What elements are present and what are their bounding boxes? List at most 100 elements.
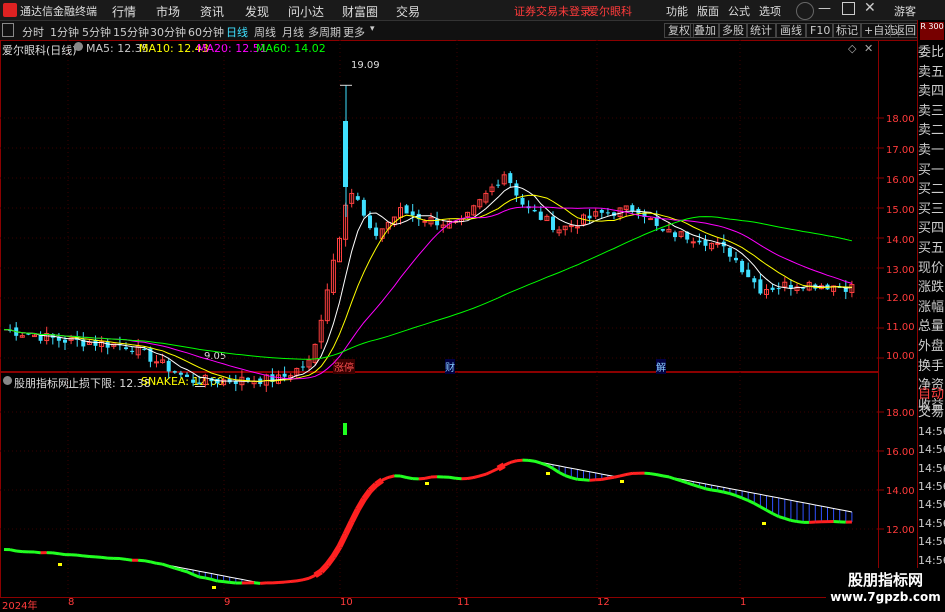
stoploss-segment xyxy=(382,477,388,480)
stoploss-segment xyxy=(693,485,699,487)
stoploss-segment xyxy=(291,581,297,582)
candle-body xyxy=(63,340,67,343)
candle-body xyxy=(630,205,634,211)
candle-body xyxy=(167,361,171,372)
stoploss-segment xyxy=(327,557,333,565)
stoploss-segment xyxy=(315,571,321,575)
stoploss-segment xyxy=(468,478,474,479)
stoploss-segment xyxy=(96,557,102,558)
stoploss-segment xyxy=(187,572,193,575)
candle-body xyxy=(405,205,409,213)
stoploss-segment xyxy=(157,563,163,564)
candle-body xyxy=(551,217,555,230)
stoploss-segment xyxy=(535,461,541,463)
stoploss-segment xyxy=(602,478,608,479)
candle-body xyxy=(197,382,201,383)
chart-canvas xyxy=(0,0,945,609)
stoploss-segment xyxy=(620,475,626,476)
stoploss-segment xyxy=(675,479,681,481)
stoploss-segment xyxy=(35,552,41,553)
stoploss-segment xyxy=(425,477,431,478)
stoploss-segment xyxy=(724,492,730,493)
stoploss-segment xyxy=(608,477,614,478)
stoploss-segment xyxy=(474,476,480,478)
stoploss-segment xyxy=(309,575,315,578)
stoploss-segment xyxy=(687,483,693,485)
candle-body xyxy=(411,211,415,215)
candle-body xyxy=(673,232,677,237)
stoploss-segment xyxy=(510,461,516,463)
candle-body xyxy=(758,279,762,293)
stoploss-segment xyxy=(230,582,236,583)
stoploss-segment xyxy=(254,583,260,584)
candle-body xyxy=(789,285,793,288)
stoploss-segment xyxy=(211,579,217,581)
stoploss-segment xyxy=(571,478,577,480)
stoploss-segment xyxy=(199,577,205,578)
stoploss-segment xyxy=(516,460,522,461)
candle-body xyxy=(191,380,195,383)
stoploss-segment xyxy=(205,578,211,579)
candle-body xyxy=(697,241,701,243)
stoploss-segment xyxy=(486,471,492,474)
stoploss-segment xyxy=(681,481,687,483)
stoploss-segment xyxy=(175,568,181,570)
candle-body xyxy=(142,349,146,350)
candle-body xyxy=(716,243,720,244)
candle-body xyxy=(496,185,500,186)
stoploss-segment xyxy=(504,462,510,465)
candle-body xyxy=(356,196,360,200)
candle-body xyxy=(777,288,781,289)
stoploss-segment xyxy=(346,522,352,535)
stoploss-segment xyxy=(181,570,187,572)
candle-body xyxy=(343,121,348,187)
signal-dot xyxy=(546,472,550,475)
stoploss-segment xyxy=(547,465,553,468)
stoploss-segment xyxy=(102,557,108,558)
candle-body xyxy=(185,375,189,377)
signal-dot xyxy=(212,586,216,589)
stoploss-segment xyxy=(565,476,571,478)
stoploss-segment xyxy=(59,554,65,555)
signal-dot xyxy=(58,563,62,566)
stoploss-segment xyxy=(449,477,455,478)
candle-body xyxy=(179,373,183,375)
candle-body xyxy=(374,228,378,236)
stoploss-segment xyxy=(541,463,547,465)
ma20-line xyxy=(4,207,852,379)
stoploss-segment xyxy=(498,465,504,468)
stoploss-segment xyxy=(779,517,785,519)
signal-dot xyxy=(425,482,429,485)
stoploss-segment xyxy=(126,559,132,560)
candle-body xyxy=(514,183,518,195)
signal-dot xyxy=(762,522,766,525)
candle-body xyxy=(588,216,592,219)
candle-body xyxy=(539,212,543,220)
stoploss-segment xyxy=(626,473,632,474)
stoploss-segment xyxy=(590,480,596,481)
candle-body xyxy=(728,248,732,257)
candle-body xyxy=(130,351,134,352)
candle-body xyxy=(600,210,604,213)
stoploss-segment xyxy=(559,472,565,475)
candle-body xyxy=(704,240,708,246)
stoploss-segment xyxy=(120,559,126,560)
stoploss-segment xyxy=(492,469,498,472)
stoploss-segment xyxy=(767,510,773,513)
stoploss-segment xyxy=(16,551,22,552)
stoploss-segment xyxy=(748,501,754,504)
candle-body xyxy=(734,258,738,260)
stoploss-segment xyxy=(388,476,394,478)
stoploss-segment xyxy=(224,582,230,583)
stoploss-segment xyxy=(218,581,224,582)
stoploss-segment xyxy=(760,507,766,510)
stoploss-segment xyxy=(718,491,724,492)
stoploss-segment xyxy=(553,468,559,472)
stoploss-segment xyxy=(401,476,407,477)
candle-body xyxy=(521,198,525,205)
ma5-line xyxy=(4,187,852,382)
stoploss-segment xyxy=(797,522,803,523)
stoploss-segment xyxy=(742,498,748,501)
stoploss-segment xyxy=(193,574,199,577)
buy-signal-marker xyxy=(343,423,347,435)
